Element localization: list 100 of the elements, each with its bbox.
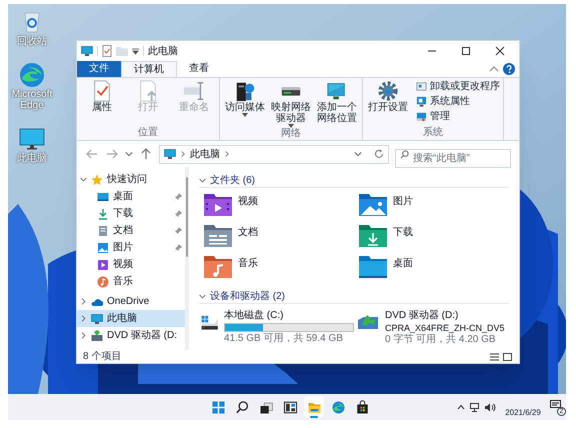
navigation-item[interactable]: 音乐 [77, 273, 185, 290]
collapsed-chevron-icon [80, 332, 87, 339]
shopping-bag-icon [354, 400, 370, 414]
folder-item[interactable]: 图片 [354, 193, 509, 221]
ribbon-small-button[interactable]: 卸载或更改程序 [416, 80, 500, 93]
drive-item[interactable]: DVD 驱动器 (D:) CPRA_X64FRE_ZH-CN_DV5 0 字节 可用，共 4.20 GB [354, 310, 509, 346]
expanded-chevron-icon [199, 292, 206, 300]
window-title: 此电脑 [148, 44, 178, 58]
music-folder-icon [203, 255, 233, 279]
drive-space-caption: 41.5 GB 可用，共 59.4 GB [224, 333, 344, 345]
media-server-icon [234, 80, 256, 102]
network-icon [470, 402, 480, 412]
address-bar[interactable]: 此电脑 [159, 144, 389, 164]
forward-arrow-icon [106, 148, 118, 160]
navigation-item[interactable]: 此电脑 [77, 310, 185, 327]
volume-label: CPRA_X64FRE_ZH-CN_DV5 [385, 322, 505, 334]
up-button[interactable] [139, 147, 153, 161]
expanded-chevron-icon [199, 176, 206, 184]
navigation-item[interactable]: DVD 驱动器 (D: [77, 327, 185, 344]
collapsed-chevron-icon [80, 298, 87, 305]
navigation-item[interactable]: 下载 [77, 205, 185, 222]
navigation-item[interactable]: 桌面 [77, 188, 185, 205]
document-check-icon [91, 80, 113, 102]
back-arrow-icon [86, 148, 98, 160]
search-field[interactable]: 搜索“此电脑” [395, 148, 511, 168]
edge-logo-icon [18, 61, 46, 89]
ribbon-tab[interactable]: 计算机 [121, 61, 177, 77]
details-view-button[interactable] [489, 351, 500, 362]
speaker-icon [485, 402, 496, 412]
ribbon-group-label: 网络 [280, 128, 302, 141]
ribbon-button[interactable]: 打开设置 [366, 80, 410, 113]
folder-item[interactable]: 视频 [199, 193, 354, 221]
monitor-icon [164, 148, 176, 160]
section-header[interactable]: 设备和驱动器 (2) [199, 289, 509, 304]
ribbon-button[interactable]: 访问媒体 [223, 80, 267, 117]
ribbon-small-button[interactable]: 系统属性 [416, 95, 500, 108]
help-icon [503, 63, 515, 75]
collapsed-chevron-icon [80, 315, 87, 322]
folder-item[interactable]: 下载 [354, 224, 509, 252]
navigation-item[interactable]: 文档 [77, 222, 185, 239]
file-menu-button[interactable]: 文件 [77, 61, 121, 77]
close-icon [495, 46, 505, 56]
drive-item[interactable]: 本地磁盘 (C:) 41.5 GB 可用，共 59.4 GB [199, 310, 354, 346]
download-folder-icon [358, 224, 388, 248]
desktop-icon [97, 190, 109, 202]
dropdown-caret-icon [132, 48, 139, 54]
start-icon [210, 400, 226, 414]
ribbon-button[interactable]: 映射网络驱动器 [269, 80, 313, 128]
ribbon-group-label: 位置 [137, 127, 159, 140]
navigation-item[interactable]: 图片 [77, 239, 185, 256]
pin-icon [175, 244, 182, 252]
ribbon-small-button[interactable]: 管理 [416, 110, 500, 123]
folder-icon [116, 46, 128, 56]
search-icon [234, 400, 250, 414]
monitor-icon [81, 45, 93, 57]
picture-folder-icon [358, 193, 388, 217]
item-count: 8 个项目 [83, 350, 122, 362]
up-arrow-icon [140, 148, 152, 160]
document-icon [97, 224, 109, 236]
disc-drive-icon [91, 330, 103, 342]
monitor-check-icon [416, 96, 427, 107]
section-header[interactable]: 文件夹 (6) [199, 173, 509, 188]
refresh-icon [374, 149, 384, 159]
video-folder-icon [203, 193, 233, 217]
navigation-item[interactable]: 快速访问 [77, 171, 185, 188]
ribbon-button[interactable]: 属性 [80, 80, 124, 113]
breadcrumb-chevron-icon [180, 150, 186, 158]
folder-item[interactable]: 文档 [199, 224, 354, 252]
ribbon-tab[interactable]: 查看 [177, 61, 221, 77]
desktop-folder-icon [358, 255, 388, 279]
program-list-icon [416, 81, 427, 92]
notification-icon [550, 400, 561, 410]
navigation-item[interactable]: OneDrive [77, 293, 185, 310]
folder-item[interactable]: 音乐 [199, 255, 354, 283]
ribbon-group-label: 系统 [422, 127, 444, 140]
chevron-up-icon [457, 404, 465, 410]
search-icon [400, 150, 409, 158]
video-icon [97, 258, 109, 270]
computer-management-icon [416, 111, 427, 122]
navigation-item[interactable]: 视频 [77, 256, 185, 273]
drive-name: 本地磁盘 (C:) [224, 310, 284, 322]
breadcrumb-chevron-icon [224, 150, 230, 158]
overlapping-windows-icon [258, 400, 274, 414]
dropdown-caret-icon [288, 124, 294, 128]
network-monitor-icon [326, 80, 348, 102]
document-check-icon [102, 45, 112, 57]
ribbon-button[interactable]: 添加一个网络位置 [315, 80, 359, 124]
folder-item[interactable]: 桌面 [354, 255, 509, 283]
collapse-ribbon-icon [489, 65, 499, 73]
monitor-icon [91, 312, 103, 324]
list-lines-icon [490, 352, 499, 360]
pin-icon [175, 210, 182, 218]
tray-date: 2021/6/29 [505, 408, 541, 417]
music-icon [97, 276, 109, 288]
gear-icon [377, 80, 399, 102]
scrollbar[interactable] [185, 167, 189, 350]
pin-icon [175, 226, 182, 234]
large-icons-view-button[interactable] [502, 351, 513, 362]
maximize-icon [461, 46, 471, 56]
dropdown-chevron-icon [354, 150, 362, 158]
